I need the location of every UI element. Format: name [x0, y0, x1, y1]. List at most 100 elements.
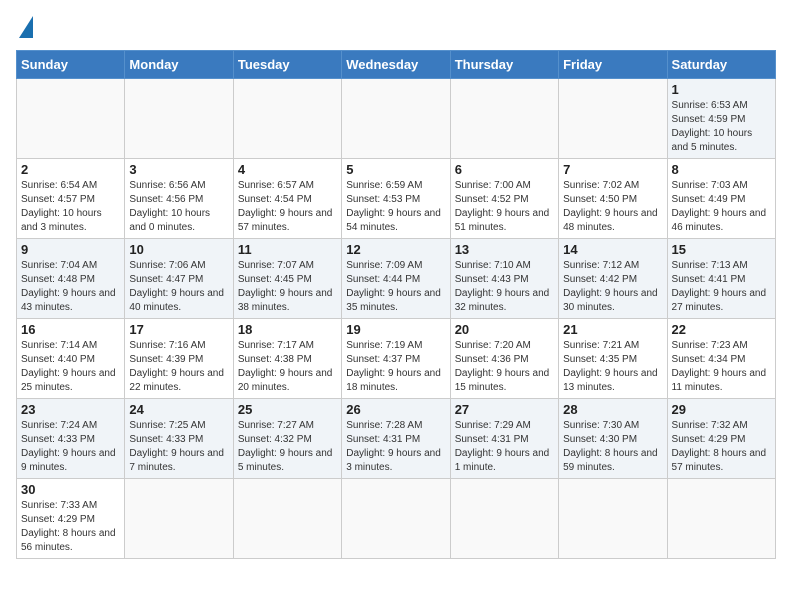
calendar-day-cell: 10 Sunrise: 7:06 AM Sunset: 4:47 PM Dayli…	[125, 239, 233, 319]
day-info: Sunrise: 7:27 AM Sunset: 4:32 PM Dayligh…	[238, 419, 337, 475]
day-number: 22	[672, 322, 771, 337]
calendar-day-cell: 9Sunrise: 7:04 AM Sunset: 4:48 PM Daylig…	[17, 239, 125, 319]
day-number: 12	[346, 242, 445, 257]
calendar-day-cell: 28 Sunrise: 7:30 AM Sunset: 4:30 PM Dayli…	[559, 399, 667, 479]
calendar-day-cell: 13Sunrise: 7:10 AM Sunset: 4:43 PM Dayli…	[450, 239, 558, 319]
day-info: Sunrise: 7:07 AM Sunset: 4:45 PM Dayligh…	[238, 259, 337, 315]
day-info: Sunrise: 6:59 AM Sunset: 4:53 PM Dayligh…	[346, 179, 445, 235]
calendar-day-cell: 8 Sunrise: 7:03 AM Sunset: 4:49 PM Daylig…	[667, 159, 775, 239]
day-number: 11	[238, 242, 337, 257]
day-info: Sunrise: 6:57 AM Sunset: 4:54 PM Dayligh…	[238, 179, 337, 235]
day-info: Sunrise: 7:21 AM Sunset: 4:35 PM Dayligh…	[563, 339, 662, 395]
calendar-day-cell	[233, 79, 341, 159]
calendar-day-cell: 11 Sunrise: 7:07 AM Sunset: 4:45 PM Dayli…	[233, 239, 341, 319]
calendar-header-row: SundayMondayTuesdayWednesdayThursdayFrid…	[17, 51, 776, 79]
day-info: Sunrise: 7:10 AM Sunset: 4:43 PM Dayligh…	[455, 259, 554, 315]
day-number: 8	[672, 162, 771, 177]
day-number: 7	[563, 162, 662, 177]
day-number: 10	[129, 242, 228, 257]
day-info: Sunrise: 7:30 AM Sunset: 4:30 PM Dayligh…	[563, 419, 662, 475]
calendar-week-row: 16 Sunrise: 7:14 AM Sunset: 4:40 PM Dayli…	[17, 319, 776, 399]
day-number: 25	[238, 402, 337, 417]
day-number: 3	[129, 162, 228, 177]
logo	[16, 16, 34, 38]
calendar-week-row: 2 Sunrise: 6:54 AM Sunset: 4:57 PM Daylig…	[17, 159, 776, 239]
calendar-day-cell: 1 Sunrise: 6:53 AM Sunset: 4:59 PM Daylig…	[667, 79, 775, 159]
day-number: 21	[563, 322, 662, 337]
calendar-week-row: 30 Sunrise: 7:33 AM Sunset: 4:29 PM Dayli…	[17, 479, 776, 559]
calendar-day-cell: 12 Sunrise: 7:09 AM Sunset: 4:44 PM Dayli…	[342, 239, 450, 319]
day-number: 9	[21, 242, 120, 257]
day-info: Sunrise: 7:29 AM Sunset: 4:31 PM Dayligh…	[455, 419, 554, 475]
logo-text	[16, 16, 34, 38]
calendar-day-cell: 25 Sunrise: 7:27 AM Sunset: 4:32 PM Dayli…	[233, 399, 341, 479]
day-info: Sunrise: 7:33 AM Sunset: 4:29 PM Dayligh…	[21, 499, 120, 555]
logo-triangle-icon	[19, 16, 33, 38]
day-number: 29	[672, 402, 771, 417]
calendar-day-cell	[559, 479, 667, 559]
calendar-day-cell: 17Sunrise: 7:16 AM Sunset: 4:39 PM Dayli…	[125, 319, 233, 399]
day-info: Sunrise: 6:53 AM Sunset: 4:59 PM Dayligh…	[672, 99, 771, 155]
calendar-day-cell: 14 Sunrise: 7:12 AM Sunset: 4:42 PM Dayli…	[559, 239, 667, 319]
day-info: Sunrise: 7:12 AM Sunset: 4:42 PM Dayligh…	[563, 259, 662, 315]
calendar-day-cell: 29 Sunrise: 7:32 AM Sunset: 4:29 PM Dayli…	[667, 399, 775, 479]
day-number: 14	[563, 242, 662, 257]
calendar-day-cell: 3 Sunrise: 6:56 AM Sunset: 4:56 PM Daylig…	[125, 159, 233, 239]
calendar-day-cell: 22 Sunrise: 7:23 AM Sunset: 4:34 PM Dayli…	[667, 319, 775, 399]
calendar-day-cell: 20 Sunrise: 7:20 AM Sunset: 4:36 PM Dayli…	[450, 319, 558, 399]
calendar-day-cell	[125, 479, 233, 559]
calendar-day-cell: 18 Sunrise: 7:17 AM Sunset: 4:38 PM Dayli…	[233, 319, 341, 399]
day-number: 20	[455, 322, 554, 337]
day-info: Sunrise: 7:03 AM Sunset: 4:49 PM Dayligh…	[672, 179, 771, 235]
day-number: 5	[346, 162, 445, 177]
day-number: 1	[672, 82, 771, 97]
calendar-day-cell	[559, 79, 667, 159]
calendar-day-cell: 26Sunrise: 7:28 AM Sunset: 4:31 PM Dayli…	[342, 399, 450, 479]
day-number: 2	[21, 162, 120, 177]
day-number: 27	[455, 402, 554, 417]
day-info: Sunrise: 7:20 AM Sunset: 4:36 PM Dayligh…	[455, 339, 554, 395]
day-number: 18	[238, 322, 337, 337]
day-info: Sunrise: 7:23 AM Sunset: 4:34 PM Dayligh…	[672, 339, 771, 395]
calendar-day-cell: 27 Sunrise: 7:29 AM Sunset: 4:31 PM Dayli…	[450, 399, 558, 479]
day-info: Sunrise: 7:25 AM Sunset: 4:33 PM Dayligh…	[129, 419, 228, 475]
calendar-day-cell: 24 Sunrise: 7:25 AM Sunset: 4:33 PM Dayli…	[125, 399, 233, 479]
calendar-day-cell	[17, 79, 125, 159]
day-header-friday: Friday	[559, 51, 667, 79]
day-info: Sunrise: 7:09 AM Sunset: 4:44 PM Dayligh…	[346, 259, 445, 315]
calendar-day-cell: 30 Sunrise: 7:33 AM Sunset: 4:29 PM Dayli…	[17, 479, 125, 559]
calendar-day-cell: 5 Sunrise: 6:59 AM Sunset: 4:53 PM Daylig…	[342, 159, 450, 239]
calendar-week-row: 23Sunrise: 7:24 AM Sunset: 4:33 PM Dayli…	[17, 399, 776, 479]
calendar-day-cell	[667, 479, 775, 559]
calendar-day-cell	[450, 79, 558, 159]
calendar-week-row: 1 Sunrise: 6:53 AM Sunset: 4:59 PM Daylig…	[17, 79, 776, 159]
day-number: 28	[563, 402, 662, 417]
day-info: Sunrise: 6:56 AM Sunset: 4:56 PM Dayligh…	[129, 179, 228, 235]
calendar-day-cell	[342, 479, 450, 559]
day-info: Sunrise: 7:32 AM Sunset: 4:29 PM Dayligh…	[672, 419, 771, 475]
day-info: Sunrise: 6:54 AM Sunset: 4:57 PM Dayligh…	[21, 179, 120, 235]
day-number: 15	[672, 242, 771, 257]
day-header-tuesday: Tuesday	[233, 51, 341, 79]
day-number: 24	[129, 402, 228, 417]
day-info: Sunrise: 7:06 AM Sunset: 4:47 PM Dayligh…	[129, 259, 228, 315]
day-info: Sunrise: 7:00 AM Sunset: 4:52 PM Dayligh…	[455, 179, 554, 235]
day-number: 26	[346, 402, 445, 417]
calendar-day-cell: 7Sunrise: 7:02 AM Sunset: 4:50 PM Daylig…	[559, 159, 667, 239]
day-info: Sunrise: 7:19 AM Sunset: 4:37 PM Dayligh…	[346, 339, 445, 395]
day-info: Sunrise: 7:17 AM Sunset: 4:38 PM Dayligh…	[238, 339, 337, 395]
day-number: 16	[21, 322, 120, 337]
day-header-sunday: Sunday	[17, 51, 125, 79]
day-number: 30	[21, 482, 120, 497]
day-number: 17	[129, 322, 228, 337]
calendar-table: SundayMondayTuesdayWednesdayThursdayFrid…	[16, 50, 776, 559]
calendar-day-cell: 23Sunrise: 7:24 AM Sunset: 4:33 PM Dayli…	[17, 399, 125, 479]
calendar-day-cell	[233, 479, 341, 559]
day-info: Sunrise: 7:14 AM Sunset: 4:40 PM Dayligh…	[21, 339, 120, 395]
day-header-monday: Monday	[125, 51, 233, 79]
day-number: 4	[238, 162, 337, 177]
day-info: Sunrise: 7:13 AM Sunset: 4:41 PM Dayligh…	[672, 259, 771, 315]
calendar-day-cell: 19Sunrise: 7:19 AM Sunset: 4:37 PM Dayli…	[342, 319, 450, 399]
day-number: 23	[21, 402, 120, 417]
day-header-wednesday: Wednesday	[342, 51, 450, 79]
